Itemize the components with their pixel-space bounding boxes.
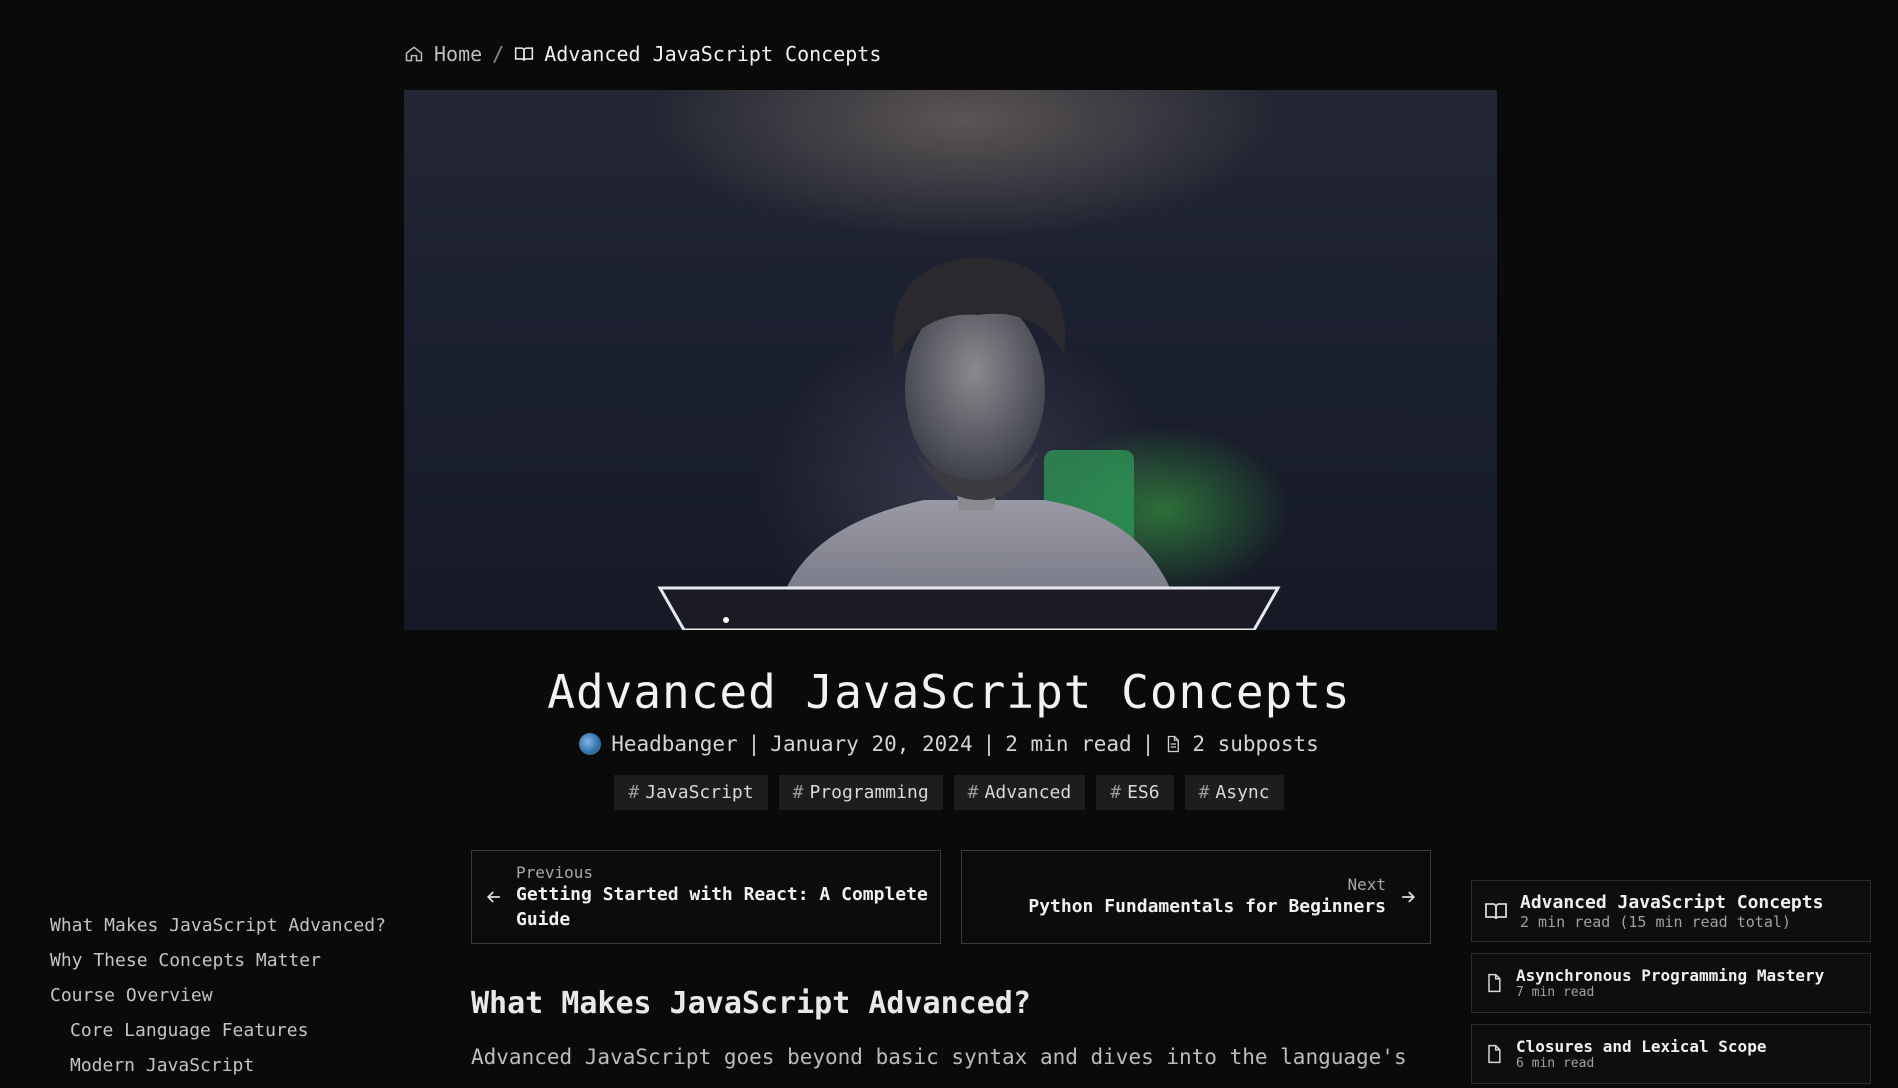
hash-icon: # [1110,782,1122,803]
hash-icon: # [1198,782,1210,803]
previous-title-line2: Guide [516,908,571,930]
tag-advanced[interactable]: # Advanced [953,775,1086,810]
next-label: Next [1347,875,1386,894]
series-item-title: Asynchronous Programming Mastery [1516,966,1825,985]
hero-illustration [657,257,1281,630]
tag-label: JavaScript [645,782,754,803]
hash-icon: # [792,782,804,803]
toc-subitem[interactable]: Modern JavaScript [70,1055,254,1076]
author-link[interactable]: Headbanger [611,732,737,756]
tag-javascript[interactable]: # JavaScript [614,775,768,810]
post-title: Advanced JavaScript Concepts [547,665,1351,719]
breadcrumb-home-label: Home [434,42,483,66]
arrow-left-icon [486,891,500,903]
meta-separator: | [982,732,996,756]
file-icon [1488,1044,1501,1064]
subposts-count: 2 subposts [1192,732,1319,756]
previous-title-line1: Getting Started with React: A Complete [516,883,928,905]
breadcrumb-home-link[interactable]: Home [404,42,482,66]
series-item-meta: 7 min read [1516,985,1595,1000]
tag-label: Async [1215,782,1270,803]
next-post-link[interactable]: Next Python Fundamentals for Beginners [961,850,1431,944]
breadcrumb-current-label: Advanced JavaScript Concepts [544,42,882,66]
tag-label: Advanced [984,782,1072,803]
read-time: 2 min read [1005,732,1132,756]
paragraph: Advanced JavaScript goes beyond basic sy… [471,1045,1407,1069]
tag-programming[interactable]: # Programming [778,775,943,810]
book-open-icon [515,47,534,61]
file-icon [1488,973,1501,993]
hash-icon: # [628,782,640,803]
series-item[interactable]: Closures and Lexical Scope 6 min read [1471,1024,1871,1084]
section-heading: What Makes JavaScript Advanced? [471,986,1031,1021]
hero-image [404,90,1497,630]
tag-label: Programming [809,782,929,803]
toc-item[interactable]: Course Overview [50,985,213,1006]
arrow-right-icon [1402,891,1416,903]
tag-label: ES6 [1127,782,1160,803]
hash-icon: # [967,782,979,803]
breadcrumb: Home / Advanced JavaScript Concepts [404,42,881,66]
breadcrumb-separator: / [492,42,505,66]
series-item-meta: 6 min read [1516,1056,1595,1071]
previous-post-link[interactable]: Previous Getting Started with React: A C… [471,850,941,944]
previous-label: Previous [516,862,594,882]
series-item[interactable]: Asynchronous Programming Mastery 7 min r… [1471,953,1871,1013]
breadcrumb-current: Advanced JavaScript Concepts [514,42,881,66]
toc-item[interactable]: Why These Concepts Matter [50,950,321,971]
author-avatar [579,733,602,755]
book-open-icon [1485,903,1507,920]
series-item-title: Closures and Lexical Scope [1516,1037,1767,1056]
post-date: January 20, 2024 [770,732,973,756]
table-of-contents: What Makes JavaScript Advanced? Why Thes… [50,913,386,1088]
toc-subitem[interactable]: Core Language Features [70,1020,308,1041]
series-item-title: Advanced JavaScript Concepts [1520,891,1824,913]
home-icon [405,46,423,62]
meta-separator: | [747,732,761,756]
toc-item[interactable]: What Makes JavaScript Advanced? [50,915,386,936]
tag-list: # JavaScript # Programming # Advanced # ES6 … [0,775,1898,810]
series-item-current[interactable]: Advanced JavaScript Concepts 2 min read … [1471,880,1871,942]
meta-separator: | [1141,732,1155,756]
series-item-meta: 2 min read (15 min read total) [1520,912,1791,931]
tag-async[interactable]: # Async [1184,775,1284,810]
tag-es6[interactable]: # ES6 [1096,775,1174,810]
document-icon [1168,735,1180,753]
next-title: Python Fundamentals for Beginners [1028,896,1386,917]
post-meta: Headbanger | January 20, 2024 | 2 min re… [0,732,1898,756]
